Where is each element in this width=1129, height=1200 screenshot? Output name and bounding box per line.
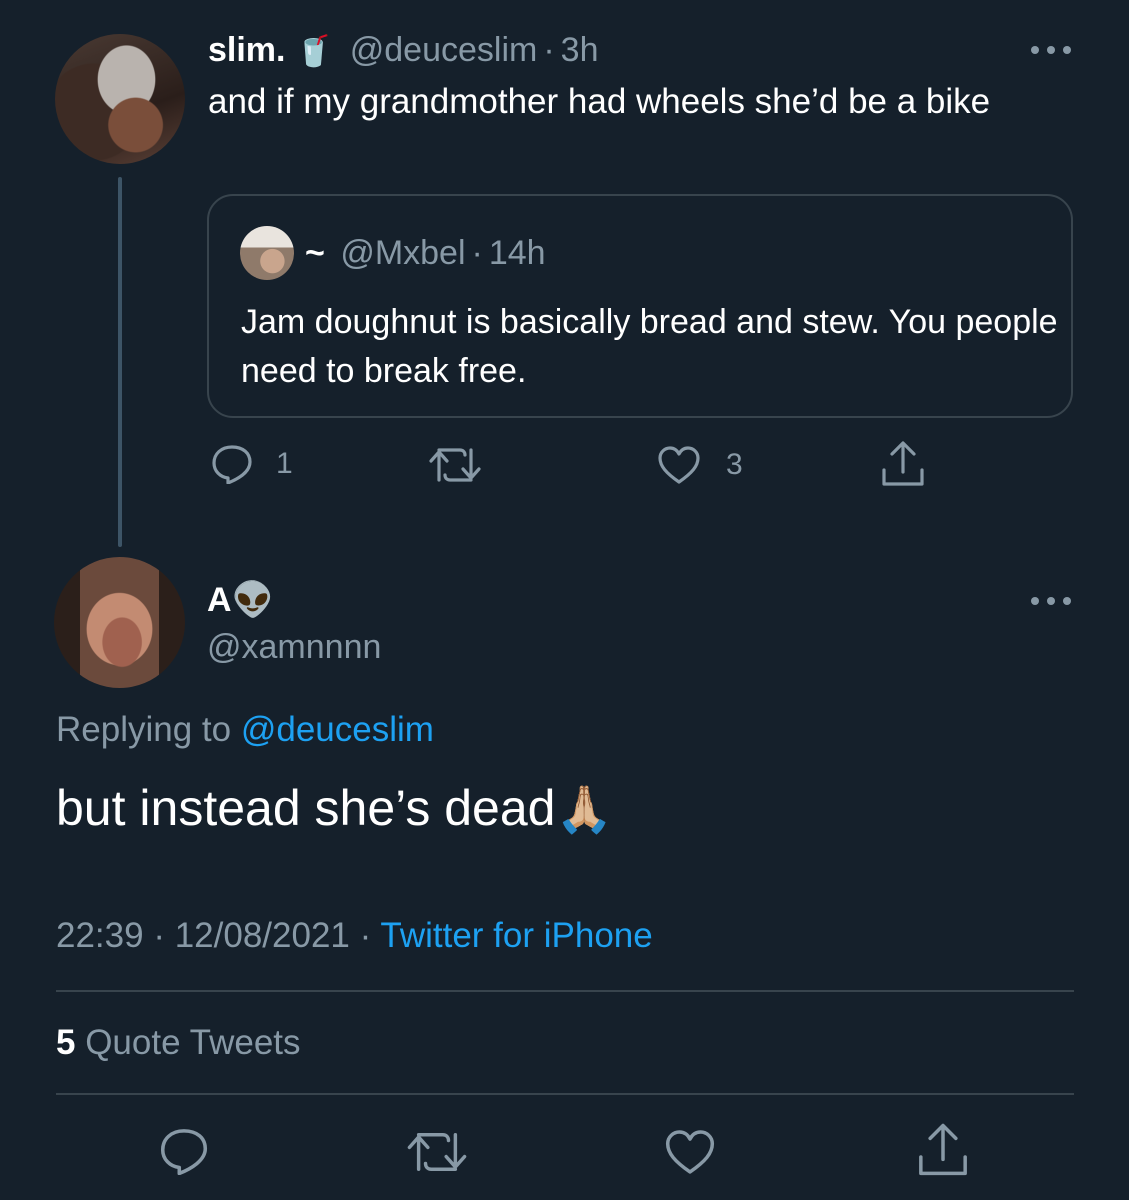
- tweet2-name-row: A👽: [207, 578, 274, 622]
- tweet-source-link[interactable]: Twitter for iPhone: [380, 916, 652, 955]
- retweet-icon: [429, 448, 481, 482]
- handle[interactable]: @deuceslim: [350, 31, 538, 69]
- display-name[interactable]: A: [207, 581, 232, 619]
- tweet1-header: slim. 🥤 @deuceslim · 3h: [208, 28, 599, 74]
- share-icon: [882, 441, 924, 486]
- tweet-text-body: but instead she’s dead: [56, 780, 556, 836]
- share-button[interactable]: [916, 1122, 970, 1178]
- separator: ·: [153, 916, 165, 955]
- quoted-display-name: ~: [305, 234, 325, 272]
- reply-count: 1: [276, 447, 293, 480]
- timestamp[interactable]: 3h: [561, 31, 599, 69]
- tweet-text: but instead she’s dead🙏🏼: [56, 776, 613, 841]
- retweet-button[interactable]: [406, 1130, 468, 1174]
- like-count: 3: [726, 448, 743, 481]
- tweet-time: 22:39: [56, 916, 144, 955]
- tweet-date: 12/08/2021: [174, 916, 350, 955]
- retweet-button[interactable]: [428, 446, 482, 484]
- replying-to-link[interactable]: @deuceslim: [241, 710, 434, 749]
- replying-prefix: Replying to: [56, 710, 232, 749]
- more-icon[interactable]: [1031, 44, 1071, 56]
- replying-to: Replying to @deuceslim: [56, 707, 434, 753]
- quoted-handle: @Mxbel: [340, 234, 466, 272]
- divider: [56, 1093, 1074, 1095]
- share-button[interactable]: [880, 440, 926, 488]
- share-icon: [919, 1123, 967, 1176]
- more-icon[interactable]: [1031, 595, 1071, 607]
- display-name[interactable]: slim.: [208, 31, 285, 69]
- like-button[interactable]: 3: [656, 444, 743, 486]
- tweet-text: and if my grandmother had wheels she’d b…: [208, 82, 991, 121]
- avatar-deuceslim[interactable]: [55, 34, 185, 164]
- name-emoji: 👽: [231, 581, 274, 619]
- quoted-timestamp: 14h: [488, 234, 546, 272]
- retweet-icon: [407, 1133, 467, 1171]
- reply-icon: [212, 445, 252, 484]
- separator: ·: [359, 916, 372, 955]
- like-icon: [658, 446, 700, 484]
- reply-button[interactable]: [158, 1127, 210, 1175]
- handle[interactable]: @xamnnnn: [207, 625, 381, 669]
- avatar-mxbel: [240, 226, 294, 280]
- like-button[interactable]: [663, 1127, 717, 1177]
- quote-tweets-link[interactable]: 5 Quote Tweets: [56, 1020, 301, 1066]
- quoted-tweet-header: ~ @Mxbel · 14h: [305, 231, 546, 275]
- tweet-meta: 22:39 · 12/08/2021 · Twitter for iPhone: [56, 912, 653, 960]
- quote-tweets-label: Quote Tweets: [85, 1023, 301, 1062]
- tweet-text-emoji: 🙏🏼: [555, 783, 613, 835]
- quoted-tweet-text: Jam doughnut is basically bread and stew…: [241, 303, 1058, 390]
- separator: ·: [543, 31, 555, 69]
- thread-line: [118, 177, 122, 547]
- avatar-xamnnnn[interactable]: [54, 557, 185, 688]
- reply-icon: [160, 1129, 208, 1175]
- reply-button[interactable]: 1: [210, 444, 293, 484]
- separator: ·: [471, 234, 483, 272]
- name-emoji: 🥤: [294, 35, 333, 68]
- like-icon: [665, 1130, 715, 1174]
- divider: [56, 990, 1074, 992]
- quote-tweets-count: 5: [56, 1023, 76, 1062]
